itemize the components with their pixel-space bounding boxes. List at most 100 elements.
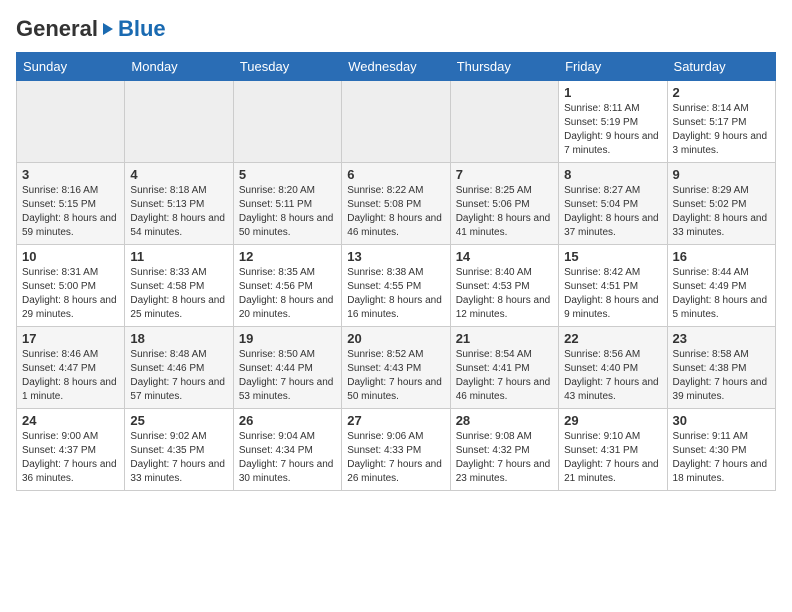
day-info: Sunrise: 8:44 AMSunset: 4:49 PMDaylight:… [673,266,770,322]
day-number: 14 [456,249,553,264]
calendar-cell: 25Sunrise: 9:02 AMSunset: 4:35 PMDayligh… [125,409,233,491]
logo-text: General Blue [16,16,166,42]
day-number: 19 [239,331,336,346]
calendar-cell: 9 Sunrise: 8:29 AMSunset: 5:02 PMDaylight… [667,163,775,245]
calendar-cell: 27Sunrise: 9:06 AMSunset: 4:33 PMDayligh… [342,409,450,491]
day-info: Sunrise: 8:52 AMSunset: 4:43 PMDaylight:… [347,348,444,404]
day-info: Sunrise: 8:38 AMSunset: 4:55 PMDaylight:… [347,266,444,322]
calendar-cell: 1Sunrise: 8:11 AMSunset: 5:19 PMDaylight… [559,81,667,163]
calendar-cell [17,81,125,163]
day-info: Sunrise: 8:27 AMSunset: 5:04 PMDaylight:… [564,184,661,240]
day-number: 27 [347,413,444,428]
day-info: Sunrise: 9:08 AMSunset: 4:32 PMDaylight:… [456,430,553,486]
day-number: 6 [347,167,444,182]
day-info: Sunrise: 8:18 AMSunset: 5:13 PMDaylight:… [130,184,227,240]
calendar-cell: 22 Sunrise: 8:56 AMSunset: 4:40 PMDayligh… [559,327,667,409]
day-info: Sunrise: 8:58 AMSunset: 4:38 PMDaylight:… [673,348,770,404]
day-number: 22 [564,331,661,346]
calendar-cell: 3 Sunrise: 8:16 AMSunset: 5:15 PMDaylight… [17,163,125,245]
calendar-cell: 18Sunrise: 8:48 AMSunset: 4:46 PMDayligh… [125,327,233,409]
day-info: Sunrise: 8:54 AMSunset: 4:41 PMDaylight:… [456,348,553,404]
calendar-cell: 10 Sunrise: 8:31 AMSunset: 5:00 PMDayligh… [17,245,125,327]
calendar-cell [125,81,233,163]
week-row-2: 3 Sunrise: 8:16 AMSunset: 5:15 PMDaylight… [17,163,776,245]
calendar-cell: 21 Sunrise: 8:54 AMSunset: 4:41 PMDayligh… [450,327,558,409]
week-row-3: 10 Sunrise: 8:31 AMSunset: 5:00 PMDayligh… [17,245,776,327]
day-info: Sunrise: 8:35 AMSunset: 4:56 PMDaylight:… [239,266,336,322]
day-number: 29 [564,413,661,428]
week-row-5: 24 Sunrise: 9:00 AMSunset: 4:37 PMDayligh… [17,409,776,491]
day-number: 20 [347,331,444,346]
day-number: 9 [673,167,770,182]
col-header-saturday: Saturday [667,53,775,81]
day-info: Sunrise: 8:46 AMSunset: 4:47 PMDaylight:… [22,348,119,404]
day-info: Sunrise: 9:04 AMSunset: 4:34 PMDaylight:… [239,430,336,486]
calendar-cell: 20 Sunrise: 8:52 AMSunset: 4:43 PMDayligh… [342,327,450,409]
calendar-cell: 4Sunrise: 8:18 AMSunset: 5:13 PMDaylight… [125,163,233,245]
calendar-cell: 13 Sunrise: 8:38 AMSunset: 4:55 PMDayligh… [342,245,450,327]
calendar-cell: 23 Sunrise: 8:58 AMSunset: 4:38 PMDayligh… [667,327,775,409]
day-number: 7 [456,167,553,182]
day-info: Sunrise: 8:42 AMSunset: 4:51 PMDaylight:… [564,266,661,322]
day-number: 23 [673,331,770,346]
calendar-cell: 2 Sunrise: 8:14 AMSunset: 5:17 PMDaylight… [667,81,775,163]
day-info: Sunrise: 8:20 AMSunset: 5:11 PMDaylight:… [239,184,336,240]
day-number: 10 [22,249,119,264]
calendar-cell [342,81,450,163]
col-header-friday: Friday [559,53,667,81]
day-info: Sunrise: 8:33 AMSunset: 4:58 PMDaylight:… [130,266,227,322]
calendar-cell: 11 Sunrise: 8:33 AMSunset: 4:58 PMDayligh… [125,245,233,327]
day-number: 8 [564,167,661,182]
calendar-cell: 14 Sunrise: 8:40 AMSunset: 4:53 PMDayligh… [450,245,558,327]
day-number: 15 [564,249,661,264]
calendar-cell: 8 Sunrise: 8:27 AMSunset: 5:04 PMDaylight… [559,163,667,245]
logo-general: General [16,16,98,42]
calendar-cell [450,81,558,163]
col-header-thursday: Thursday [450,53,558,81]
week-row-4: 17 Sunrise: 8:46 AMSunset: 4:47 PMDayligh… [17,327,776,409]
day-info: Sunrise: 9:00 AMSunset: 4:37 PMDaylight:… [22,430,119,486]
calendar-cell: 19 Sunrise: 8:50 AMSunset: 4:44 PMDayligh… [233,327,341,409]
header-row: SundayMondayTuesdayWednesdayThursdayFrid… [17,53,776,81]
day-number: 21 [456,331,553,346]
col-header-tuesday: Tuesday [233,53,341,81]
calendar-table: SundayMondayTuesdayWednesdayThursdayFrid… [16,52,776,491]
calendar-cell: 15 Sunrise: 8:42 AMSunset: 4:51 PMDayligh… [559,245,667,327]
day-number: 12 [239,249,336,264]
day-info: Sunrise: 8:56 AMSunset: 4:40 PMDaylight:… [564,348,661,404]
logo-blue: Blue [118,16,166,42]
logo-arrow-icon [99,20,117,38]
day-number: 17 [22,331,119,346]
day-info: Sunrise: 9:11 AMSunset: 4:30 PMDaylight:… [673,430,770,486]
calendar-cell: 5Sunrise: 8:20 AMSunset: 5:11 PMDaylight… [233,163,341,245]
day-number: 13 [347,249,444,264]
day-info: Sunrise: 8:40 AMSunset: 4:53 PMDaylight:… [456,266,553,322]
day-info: Sunrise: 8:29 AMSunset: 5:02 PMDaylight:… [673,184,770,240]
day-info: Sunrise: 9:10 AMSunset: 4:31 PMDaylight:… [564,430,661,486]
col-header-sunday: Sunday [17,53,125,81]
day-number: 1 [564,85,661,100]
day-info: Sunrise: 8:25 AMSunset: 5:06 PMDaylight:… [456,184,553,240]
day-number: 2 [673,85,770,100]
day-info: Sunrise: 8:50 AMSunset: 4:44 PMDaylight:… [239,348,336,404]
day-number: 26 [239,413,336,428]
day-number: 3 [22,167,119,182]
day-info: Sunrise: 8:48 AMSunset: 4:46 PMDaylight:… [130,348,227,404]
day-info: Sunrise: 8:14 AMSunset: 5:17 PMDaylight:… [673,102,770,158]
calendar-cell: 28 Sunrise: 9:08 AMSunset: 4:32 PMDayligh… [450,409,558,491]
day-info: Sunrise: 8:16 AMSunset: 5:15 PMDaylight:… [22,184,119,240]
day-number: 25 [130,413,227,428]
day-info: Sunrise: 8:31 AMSunset: 5:00 PMDaylight:… [22,266,119,322]
calendar-cell: 16 Sunrise: 8:44 AMSunset: 4:49 PMDayligh… [667,245,775,327]
calendar-cell: 30 Sunrise: 9:11 AMSunset: 4:30 PMDayligh… [667,409,775,491]
day-number: 28 [456,413,553,428]
page-header: General Blue [16,16,776,42]
day-number: 30 [673,413,770,428]
col-header-wednesday: Wednesday [342,53,450,81]
day-number: 24 [22,413,119,428]
day-number: 16 [673,249,770,264]
day-info: Sunrise: 8:22 AMSunset: 5:08 PMDaylight:… [347,184,444,240]
week-row-1: 1Sunrise: 8:11 AMSunset: 5:19 PMDaylight… [17,81,776,163]
day-number: 11 [130,249,227,264]
logo: General Blue [16,16,166,42]
